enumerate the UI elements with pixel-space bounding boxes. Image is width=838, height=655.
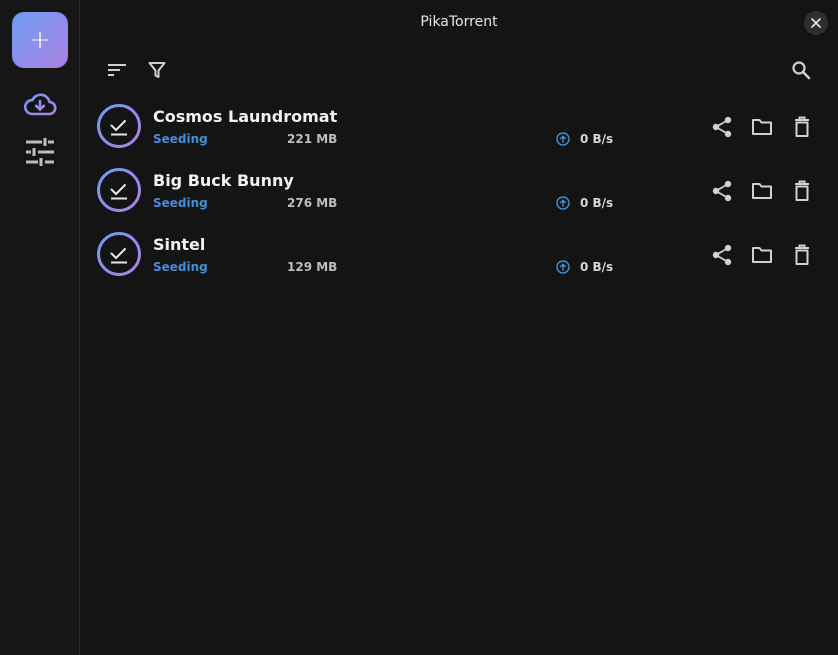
- upload-speed: 0 B/s: [580, 196, 614, 210]
- upload-speed: 0 B/s: [580, 260, 614, 274]
- seeding-status-icon: [97, 168, 141, 212]
- trash-icon: [795, 116, 809, 137]
- filter-icon: [148, 62, 166, 78]
- upload-arrow-icon: [556, 260, 570, 274]
- delete-button[interactable]: [790, 115, 814, 139]
- folder-icon: [752, 247, 772, 263]
- tune-sliders-icon: [26, 138, 54, 166]
- trash-icon: [795, 180, 809, 201]
- upload-speed: 0 B/s: [580, 132, 614, 146]
- seeding-status-icon: [97, 232, 141, 276]
- share-icon: [712, 180, 732, 202]
- folder-icon: [752, 119, 772, 135]
- torrent-size: 221 MB: [287, 132, 338, 146]
- app-window: + PikaTorrent Cosmos Laundromat Seeding …: [0, 0, 838, 655]
- torrent-size: 276 MB: [287, 196, 338, 210]
- share-button[interactable]: [710, 179, 734, 203]
- torrent-size: 129 MB: [287, 260, 338, 274]
- torrent-row[interactable]: Big Buck Bunny Seeding 276 MB 0 B/s: [92, 165, 822, 221]
- open-folder-button[interactable]: [750, 243, 774, 267]
- torrent-status: Seeding: [153, 196, 208, 210]
- torrent-row[interactable]: Cosmos Laundromat Seeding 221 MB 0 B/s: [92, 101, 822, 157]
- torrent-row[interactable]: Sintel Seeding 129 MB 0 B/s: [92, 229, 822, 285]
- torrent-name: Cosmos Laundromat: [153, 107, 338, 126]
- seeding-status-icon: [97, 104, 141, 148]
- sort-button[interactable]: [105, 58, 129, 82]
- close-icon: [811, 18, 821, 28]
- close-button[interactable]: [804, 11, 828, 35]
- trash-icon: [795, 244, 809, 265]
- open-folder-button[interactable]: [750, 179, 774, 203]
- torrent-status: Seeding: [153, 260, 208, 274]
- window-title: PikaTorrent: [420, 14, 498, 30]
- share-button[interactable]: [710, 115, 734, 139]
- share-icon: [712, 116, 732, 138]
- delete-button[interactable]: [790, 179, 814, 203]
- sidebar-item-downloads[interactable]: [20, 88, 60, 120]
- torrent-name: Big Buck Bunny: [153, 171, 294, 190]
- cloud-download-icon: [23, 93, 57, 116]
- filter-button[interactable]: [145, 58, 169, 82]
- sidebar-item-settings[interactable]: [20, 136, 60, 168]
- plus-icon: +: [29, 25, 51, 55]
- upload-arrow-icon: [556, 196, 570, 210]
- torrent-name: Sintel: [153, 235, 206, 254]
- search-button[interactable]: [789, 58, 813, 82]
- upload-arrow-icon: [556, 132, 570, 146]
- delete-button[interactable]: [790, 243, 814, 267]
- share-button[interactable]: [710, 243, 734, 267]
- sidebar: +: [0, 0, 80, 655]
- add-torrent-button[interactable]: +: [12, 12, 68, 68]
- open-folder-button[interactable]: [750, 115, 774, 139]
- torrent-status: Seeding: [153, 132, 208, 146]
- sort-icon: [108, 64, 126, 76]
- share-icon: [712, 244, 732, 266]
- search-icon: [792, 61, 811, 80]
- folder-icon: [752, 183, 772, 199]
